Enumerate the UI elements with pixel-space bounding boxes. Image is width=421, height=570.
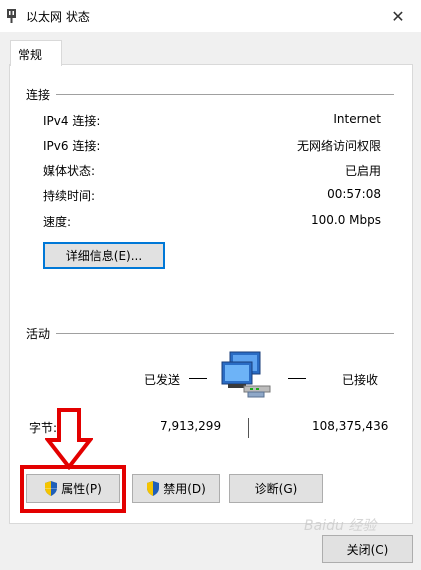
- baidu-watermark: Baidu 经验: [304, 515, 414, 555]
- tab-label: 常规: [18, 48, 43, 62]
- ipv4-value: Internet: [333, 112, 381, 126]
- network-adapter-icon: [7, 9, 16, 23]
- duration-value: 00:57:08: [327, 187, 381, 201]
- details-button[interactable]: 详细信息(E)...: [43, 242, 165, 269]
- disable-button-label: 禁用(D): [163, 482, 206, 496]
- title-bar: 以太网 状态 ✕: [0, 0, 421, 32]
- ipv6-label: IPv6 连接:: [43, 139, 101, 153]
- connection-heading: 连接: [26, 88, 51, 102]
- uac-shield-icon: [147, 481, 160, 496]
- diagnose-button[interactable]: 诊断(G): [229, 474, 323, 503]
- connection-divider: [56, 94, 394, 95]
- duration-label: 持续时间:: [43, 189, 96, 203]
- ipv4-label: IPv4 连接:: [43, 114, 101, 128]
- media-state-label: 媒体状态:: [43, 164, 96, 178]
- activity-divider: [56, 333, 394, 334]
- speed-label: 速度:: [43, 215, 72, 229]
- received-dash: [288, 378, 306, 379]
- sent-dash: [189, 378, 207, 379]
- red-arrow-annotation: [45, 408, 93, 470]
- details-button-label: 详细信息(E)...: [65, 249, 143, 263]
- received-label: 已接收: [342, 373, 379, 387]
- window-title: 以太网 状态: [26, 10, 90, 24]
- watermark-text: Baidu 经验: [304, 518, 377, 534]
- tab-general[interactable]: 常规: [10, 40, 62, 66]
- window-close-button[interactable]: ✕: [375, 0, 421, 32]
- close-icon: ✕: [391, 6, 405, 26]
- sent-label: 已发送: [144, 373, 181, 387]
- speed-value: 100.0 Mbps: [310, 213, 381, 227]
- network-activity-icon: [221, 351, 271, 398]
- media-state-value: 已启用: [344, 164, 381, 178]
- bytes-received-value: 108,375,436: [312, 419, 389, 433]
- activity-heading: 活动: [26, 327, 51, 341]
- bytes-sent-value: 7,913,299: [160, 419, 222, 433]
- diagnose-button-label: 诊断(G): [254, 482, 298, 496]
- bytes-separator: [248, 418, 249, 438]
- red-highlight-box: [20, 465, 126, 513]
- disable-button[interactable]: 禁用(D): [132, 474, 220, 503]
- ipv6-value: 无网络访问权限: [296, 139, 381, 153]
